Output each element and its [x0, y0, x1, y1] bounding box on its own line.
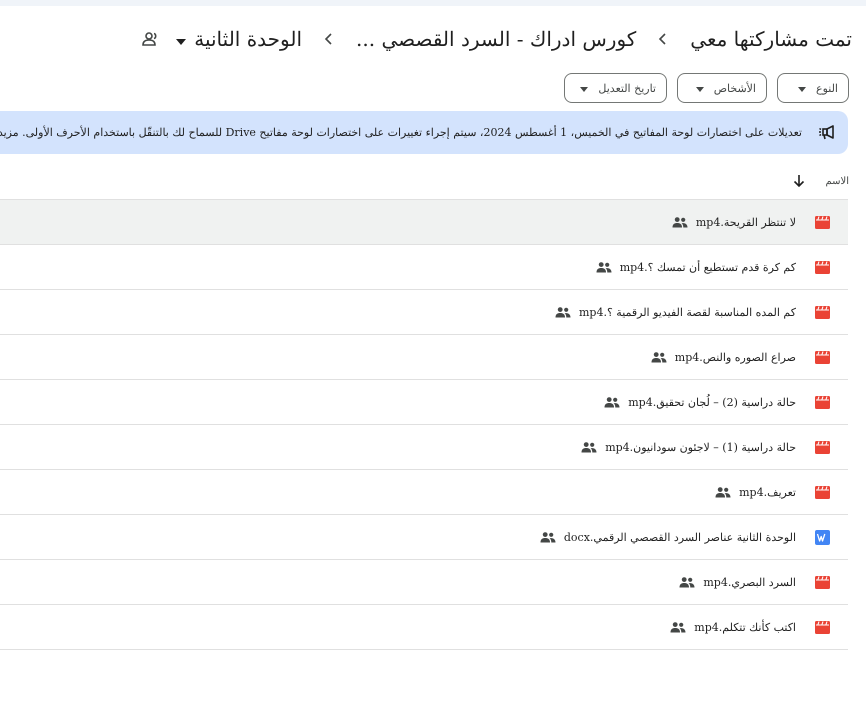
file-list: لا تنتظر القريحة.mp4 كم كرة قدم تستطيع أ… — [0, 199, 848, 650]
shared-people-icon — [581, 441, 597, 453]
caret-down-icon — [580, 82, 589, 95]
shared-people-icon — [540, 531, 556, 543]
shared-people-icon — [596, 261, 612, 273]
file-name: حالة دراسية (2) – لُجان تحقيق.mp4 — [628, 395, 796, 409]
video-file-icon — [814, 439, 830, 455]
shared-people-icon — [555, 306, 571, 318]
docs-file-icon — [814, 529, 830, 545]
filter-type-label: النوع — [816, 81, 838, 95]
top-strip — [0, 0, 866, 6]
breadcrumb-current-label: الوحدة الثانية — [194, 27, 303, 51]
file-name: السرد البصري.mp4 — [703, 575, 796, 589]
shared-people-icon — [604, 396, 620, 408]
shared-people-icon — [672, 216, 688, 228]
file-name: الوحدة الثانية عناصر السرد القصصي الرقمي… — [563, 530, 796, 544]
file-name: كم كرة قدم تستطيع أن تمسك ؟.mp4 — [619, 260, 796, 274]
video-file-icon — [814, 214, 830, 230]
shared-people-icon — [651, 351, 667, 363]
breadcrumb-current-folder[interactable]: الوحدة الثانية — [176, 25, 302, 53]
list-header: الاسم — [793, 168, 849, 194]
caret-down-icon — [695, 82, 704, 95]
filter-modified-chip[interactable]: تاريخ التعديل — [564, 73, 667, 103]
file-name: لا تنتظر القريحة.mp4 — [695, 215, 796, 229]
file-name: حالة دراسية (1) – لاجئون سودانيون.mp4 — [605, 440, 796, 454]
arrow-down-icon[interactable] — [793, 174, 805, 188]
chevron-left-icon — [324, 33, 334, 45]
shared-people-icon — [715, 486, 731, 498]
file-row[interactable]: تعريف.mp4 — [0, 470, 848, 515]
caret-down-icon — [176, 30, 187, 49]
notice-banner: تعديلات على اختصارات لوحة المفاتيح في ال… — [0, 111, 848, 154]
file-name: تعريف.mp4 — [739, 485, 796, 499]
file-row[interactable]: كم كرة قدم تستطيع أن تمسك ؟.mp4 — [0, 245, 848, 290]
file-row[interactable]: صراع الصوره والنص.mp4 — [0, 335, 848, 380]
video-file-icon — [814, 259, 830, 275]
file-row[interactable]: كم المده المناسبة لقصة الفيديو الرقمية ؟… — [0, 290, 848, 335]
filter-people-label: الأشخاص — [713, 81, 756, 95]
chevron-left-icon — [658, 33, 668, 45]
video-file-icon — [814, 304, 830, 320]
shared-folder-icon — [142, 32, 160, 46]
file-name: اكتب كأنك تتكلم.mp4 — [694, 620, 796, 634]
megaphone-icon — [816, 122, 838, 144]
video-file-icon — [814, 349, 830, 365]
shared-people-icon — [670, 621, 686, 633]
video-file-icon — [814, 484, 830, 500]
video-file-icon — [814, 394, 830, 410]
file-row[interactable]: السرد البصري.mp4 — [0, 560, 848, 605]
file-row[interactable]: حالة دراسية (2) – لُجان تحقيق.mp4 — [0, 380, 848, 425]
filter-people-chip[interactable]: الأشخاص — [677, 73, 767, 103]
file-row[interactable]: لا تنتظر القريحة.mp4 — [0, 200, 848, 245]
video-file-icon — [814, 574, 830, 590]
caret-down-icon — [798, 82, 807, 95]
file-name: صراع الصوره والنص.mp4 — [674, 350, 796, 364]
banner-text: تعديلات على اختصارات لوحة المفاتيح في ال… — [0, 126, 802, 139]
filter-type-chip[interactable]: النوع — [777, 73, 849, 103]
breadcrumb: تمت مشاركتها معي كورس ادراك - السرد القص… — [142, 22, 852, 56]
breadcrumb-root[interactable]: تمت مشاركتها معي — [690, 25, 852, 53]
file-row[interactable]: حالة دراسية (1) – لاجئون سودانيون.mp4 — [0, 425, 848, 470]
name-column-header[interactable]: الاسم — [825, 176, 849, 187]
file-name: كم المده المناسبة لقصة الفيديو الرقمية ؟… — [578, 305, 796, 319]
file-row[interactable]: اكتب كأنك تتكلم.mp4 — [0, 605, 848, 650]
filter-chips: النوع الأشخاص تاريخ التعديل — [564, 73, 849, 103]
file-row[interactable]: الوحدة الثانية عناصر السرد القصصي الرقمي… — [0, 515, 848, 560]
shared-people-icon — [679, 576, 695, 588]
filter-modified-label: تاريخ التعديل — [598, 81, 656, 95]
breadcrumb-parent[interactable]: كورس ادراك - السرد القصصي ... — [356, 25, 636, 53]
video-file-icon — [814, 619, 830, 635]
